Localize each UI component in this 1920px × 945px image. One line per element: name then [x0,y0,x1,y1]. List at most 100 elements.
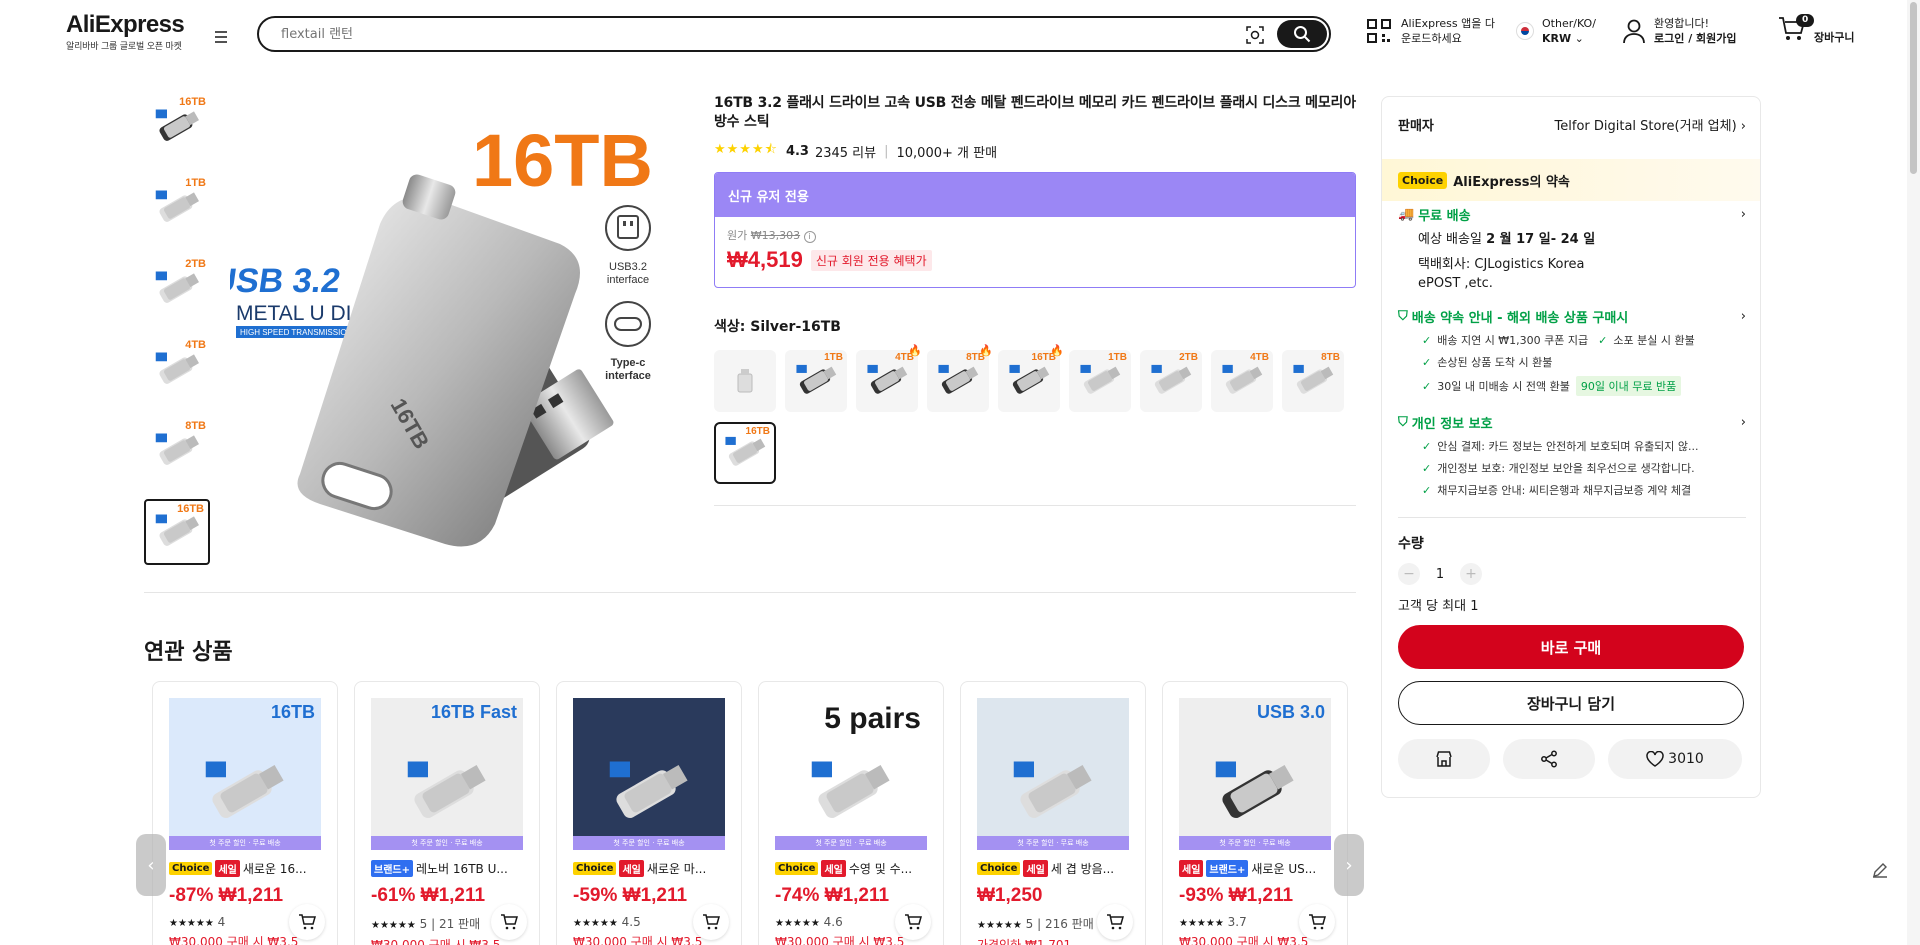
add-to-cart-icon[interactable] [1097,904,1133,940]
info-icon[interactable]: i [803,231,816,243]
add-to-cart-icon[interactable] [693,904,729,940]
app-download[interactable]: AliExpress 앱을 다 운로드하세요 [1365,16,1495,46]
search-button[interactable] [1277,20,1327,48]
related-product-image[interactable]: 첫 주문 할인 · 무료 배송 [977,698,1129,850]
scrollbar-thumb[interactable] [1910,2,1917,174]
color-swatch[interactable]: 4TB [1211,350,1273,412]
related-product-title[interactable]: 새로운 마... [647,860,706,877]
wishlist-button[interactable]: 3010 [1608,739,1742,779]
user-icon [1623,19,1645,44]
promise-item: 소포 분실 시 환불 [1613,334,1695,347]
related-product-rating: 5 | 21 판매 [419,917,481,931]
increase-button[interactable]: + [1460,563,1482,585]
seller-name[interactable]: Telfor Digital Store(거래 업체) [1555,119,1737,134]
privacy-section[interactable]: ⛉ 개인 정보 보호 › ✓ 안심 결제: 카드 정보는 안전하게 보호되며 유출되지… [1398,413,1746,498]
related-product-image[interactable]: 5 pairs 첫 주문 할인 · 무료 배송 [775,698,927,850]
product-badge: 세일 [1179,860,1204,877]
decrease-button[interactable]: − [1398,563,1420,585]
add-to-cart-icon[interactable] [289,904,325,940]
product-badge: 세일 [821,860,846,877]
related-product-title[interactable]: 새로운 16... [243,860,307,877]
related-product-rating: 4.5 [621,915,641,929]
main-product-image[interactable]: 16TB USB 3.2 METAL U DISK HIGH SPEED TRA… [230,94,684,554]
region-selector[interactable]: Other/KO/KRW ⌄ [1516,16,1596,46]
edit-feedback-icon[interactable] [1866,856,1894,884]
sold-count: 10,000+ 개 판매 [896,145,998,161]
account-menu[interactable]: 환영합니다! 로그인 / 회원가입 [1622,16,1737,46]
related-product-card[interactable]: 5 pairs 첫 주문 할인 · 무료 배송 Choice 세일 수영 및 수... -… [758,681,944,945]
swatch-otg-adapter[interactable] [714,350,776,412]
search-input[interactable] [281,24,1181,44]
otg-adapter-image [737,369,753,393]
scrollbar[interactable] [1907,0,1920,945]
add-to-cart-button[interactable]: 장바구니 담기 [1398,681,1744,725]
cart-link[interactable]: 0 장바구니 [1778,14,1855,46]
add-to-cart-icon[interactable] [895,904,931,940]
product-badge: Choice [169,862,213,875]
eta-label: 예상 배송일 [1418,232,1482,247]
quantity-value[interactable]: 1 [1420,567,1460,582]
related-product-price: -87% ₩1,211 [169,885,284,906]
color-swatch[interactable]: 8TB 🔥 [927,344,993,412]
related-product-title[interactable]: 세 겹 방음... [1051,860,1114,877]
chevron-right-icon: › [1740,415,1746,430]
color-swatch[interactable]: 16TB 🔥 [998,344,1064,412]
aliexpress-logo[interactable]: AliExpress 알리바바 그룹 글로벌 오픈 마켓 [66,12,185,53]
swatch-capacity-label: 8TB [1321,352,1340,363]
share-button[interactable] [1503,739,1595,779]
related-product-card[interactable]: 16TB 첫 주문 할인 · 무료 배송 Choice 세일 새로운 16... -87%… [152,681,338,945]
rating-row[interactable]: ★★★★⯪ 4.3 2345 리뷰 | 10,000+ 개 판매 [714,140,1356,162]
carousel-next-button[interactable]: › [1334,834,1364,896]
color-label: 색상: Silver-16TB [714,319,841,335]
related-product-card[interactable]: 첫 주문 할인 · 무료 배송 Choice 세일 새로운 마... -59% ₩1,2… [556,681,742,945]
share-icon [1541,750,1557,768]
related-product-image[interactable]: 16TB Fast 첫 주문 할인 · 무료 배송 [371,698,523,850]
gallery-thumbnail[interactable]: 16TB [144,499,210,565]
buy-now-button[interactable]: 바로 구매 [1398,625,1744,669]
menu-icon[interactable] [210,26,232,48]
login-signup-link[interactable]: 로그인 / 회원가입 [1654,32,1737,45]
image-search-icon[interactable] [1243,23,1267,47]
thumbnail-capacity-label: 1TB [185,177,206,189]
gallery-thumbnail[interactable]: 8TB [144,418,210,484]
chevron-down-icon: ⌄ [1574,32,1584,45]
related-product-title[interactable]: 수영 및 수... [849,860,912,877]
related-product-card[interactable]: 16TB Fast 첫 주문 할인 · 무료 배송 브랜드+ 레노버 16TB U..… [354,681,540,945]
gallery-thumbnail[interactable]: 4TB [144,337,210,403]
color-swatch[interactable]: 1TB [785,350,847,412]
header: AliExpress 알리바바 그룹 글로벌 오픈 마켓 AliExpress … [0,0,1920,66]
related-product-image[interactable]: 첫 주문 할인 · 무료 배송 [573,698,725,850]
card-image-text: 5 pairs [824,702,921,735]
related-product-image[interactable]: USB 3.0 첫 주문 할인 · 무료 배송 [1179,698,1331,850]
store-button[interactable] [1398,739,1490,779]
free-return-tag: 90일 이내 무료 반품 [1575,376,1682,396]
first-order-strip: 첫 주문 할인 · 무료 배송 [573,836,725,850]
add-to-cart-icon[interactable] [491,904,527,940]
related-product-title[interactable]: 레노버 16TB U... [416,860,508,877]
product-badge: Choice [977,862,1021,875]
thumbnail-capacity-label: 16TB [177,503,204,515]
color-swatch[interactable]: 2TB [1140,350,1202,412]
carousel-prev-button[interactable]: ‹ [136,834,166,896]
related-product-title[interactable]: 새로운 US... [1251,860,1316,877]
seller-row[interactable]: 판매자 Telfor Digital Store(거래 업체) › [1398,115,1746,134]
delivery-promise-section[interactable]: ⛉ 배송 약속 안내 - 해외 배송 상품 구매시 › ✓ 배송 지연 시 ₩1,30… [1398,307,1746,396]
gallery-thumbnail[interactable]: 16TB [144,94,210,160]
review-count[interactable]: 2345 리뷰 [815,142,876,161]
rating-stars: ★★★★★ [371,920,416,931]
rating-stars: ★★★★★ [169,918,214,929]
related-product-image[interactable]: 16TB 첫 주문 할인 · 무료 배송 [169,698,321,850]
thumbnail-list: 16TB 1TB 2TB 4TB 8TB 16TB [144,94,210,580]
related-product-card[interactable]: USB 3.0 첫 주문 할인 · 무료 배송 세일 브랜드+ 새로운 US... -93… [1162,681,1348,945]
color-swatch[interactable]: 8TB [1282,350,1344,412]
shipping-section[interactable]: 🚚 무료 배송 › 예상 배송일 2 월 17 일- 24 일 택배회사: CJLo… [1398,205,1746,293]
cart-label: 장바구니 [1814,30,1855,44]
wishlist-count: 3010 [1668,751,1704,767]
color-swatch[interactable]: 16TB [714,422,776,484]
gallery-thumbnail[interactable]: 1TB [144,175,210,241]
related-product-card[interactable]: 첫 주문 할인 · 무료 배송 Choice 세일 세 겹 방음... ₩1,250 ★★… [960,681,1146,945]
color-swatch[interactable]: 1TB [1069,350,1131,412]
gallery-thumbnail[interactable]: 2TB [144,256,210,322]
color-swatch[interactable]: 4TB 🔥 [856,344,922,412]
add-to-cart-icon[interactable] [1299,904,1335,940]
